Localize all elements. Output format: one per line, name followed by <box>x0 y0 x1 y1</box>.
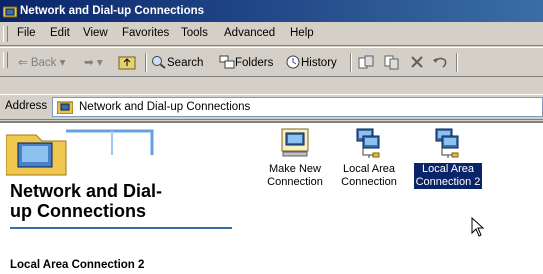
menu-favorites[interactable]: Favorites <box>122 27 169 39</box>
forward-arrow-icon: ➡ ▾ <box>84 57 103 69</box>
mouse-pointer-icon <box>471 217 485 237</box>
network-folder-icon <box>57 101 73 114</box>
back-label: Back <box>30 57 57 69</box>
content-area: Network and Dial- up Connections Local A… <box>0 121 543 274</box>
menu-advanced[interactable]: Advanced <box>224 27 275 39</box>
local-area-connection-item[interactable]: Local Area Connection <box>332 127 406 189</box>
local-area-connection-2-item[interactable]: Local Area Connection 2 <box>411 127 485 190</box>
address-bar: Address Network and Dial-up Connections <box>0 94 543 120</box>
undo-icon[interactable] <box>431 54 449 70</box>
menu-edit[interactable]: Edit <box>50 27 70 39</box>
toolbar-grip[interactable] <box>3 52 8 68</box>
search-icon <box>152 56 166 69</box>
make-new-connection-icon <box>281 128 309 157</box>
up-folder-icon[interactable] <box>118 54 136 70</box>
menu-file[interactable]: File <box>17 27 36 39</box>
menu-view[interactable]: View <box>83 27 108 39</box>
panel-title-line1: Network and Dial- <box>10 181 163 201</box>
panel-divider <box>10 227 232 229</box>
toolbar: ⇐ Back ▾ ➡ ▾ Search Folders History <box>0 47 543 77</box>
panel-title-line2: up Connections <box>10 201 146 221</box>
delete-icon[interactable] <box>409 54 425 70</box>
folders-button[interactable]: Folders <box>219 55 273 69</box>
local-area-connection-icon <box>435 128 459 158</box>
address-label: Address <box>5 100 48 112</box>
back-arrow-icon: ⇐ <box>18 57 28 69</box>
back-button[interactable]: ⇐ Back ▾ <box>18 55 65 69</box>
menu-grip[interactable] <box>3 26 8 42</box>
history-label: History <box>301 57 337 69</box>
local-area-connection-icon <box>356 128 380 158</box>
window-title: Network and Dial-up Connections <box>20 5 205 17</box>
menu-tools[interactable]: Tools <box>181 27 208 39</box>
title-bar[interactable]: Network and Dial-up Connections <box>0 0 543 22</box>
forward-button[interactable]: ➡ ▾ <box>84 55 103 69</box>
local-area-connection-2-label: Local Area Connection 2 <box>412 162 484 190</box>
make-new-connection-item[interactable]: Make New Connection <box>258 127 332 189</box>
menu-help[interactable]: Help <box>290 27 314 39</box>
panel-title: Network and Dial- up Connections <box>10 181 230 221</box>
address-field[interactable]: Network and Dial-up Connections <box>52 97 543 117</box>
move-to-icon[interactable] <box>357 54 375 70</box>
history-button[interactable]: History <box>285 55 337 69</box>
menu-bar: File Edit View Favorites Tools Advanced … <box>0 22 543 46</box>
network-folder-icon <box>3 6 17 18</box>
folders-label: Folders <box>235 57 274 69</box>
network-folder-graphic <box>6 129 154 176</box>
address-value: Network and Dial-up Connections <box>79 101 251 113</box>
folders-icon <box>219 55 235 69</box>
selected-item-heading: Local Area Connection 2 <box>10 259 145 271</box>
copy-to-icon[interactable] <box>383 54 401 70</box>
search-label: Search <box>167 57 204 69</box>
make-new-connection-label: Make New Connection <box>267 163 323 188</box>
search-button[interactable]: Search <box>151 55 203 69</box>
local-area-connection-label: Local Area Connection <box>341 163 397 188</box>
history-icon <box>286 55 300 69</box>
